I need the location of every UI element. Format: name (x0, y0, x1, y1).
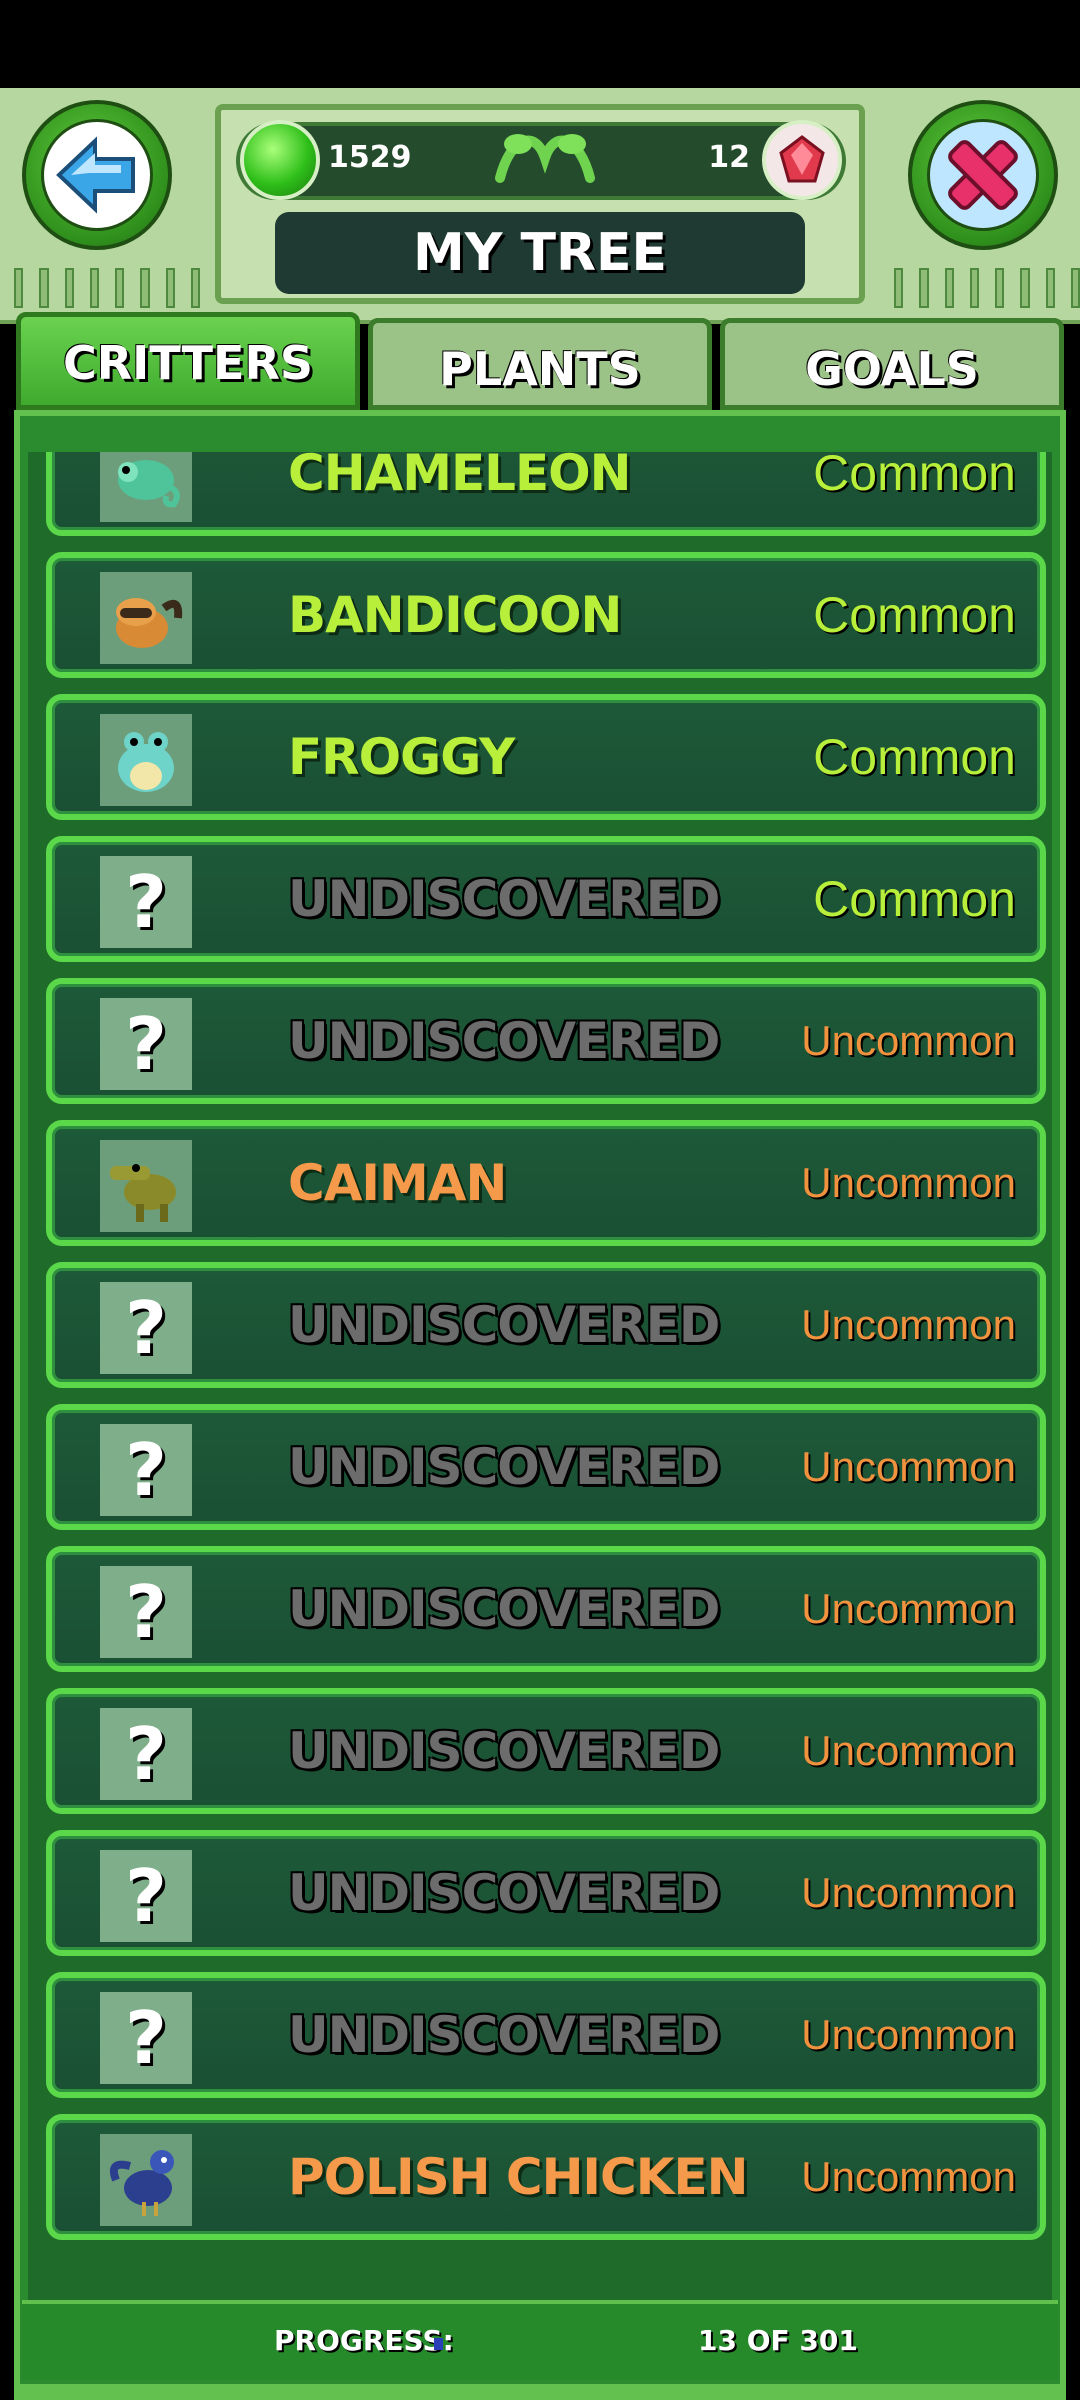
caiman-icon (100, 1140, 192, 1232)
currency-bar: 1529 12 (236, 120, 846, 200)
critter-name: POLISH CHICKEN (288, 2148, 748, 2206)
critter-name: UNDISCOVERED (288, 2006, 720, 2064)
progress-fill (434, 2338, 443, 2350)
critter-name: UNDISCOVERED (288, 870, 720, 928)
question-mark-icon: ? (100, 998, 192, 1090)
critter-row[interactable]: ? UNDISCOVERED Uncommon (46, 1262, 1046, 1388)
critter-row[interactable]: ? UNDISCOVERED Uncommon (46, 1688, 1046, 1814)
back-arrow-icon (56, 136, 135, 214)
critter-name: UNDISCOVERED (288, 1580, 720, 1638)
question-mark-icon: ? (100, 1282, 192, 1374)
rarity-label: Common (813, 587, 1016, 643)
chameleon-icon (100, 452, 192, 522)
polish-chicken-icon (100, 2134, 192, 2226)
critter-row[interactable]: CAIMAN Uncommon (46, 1120, 1046, 1246)
critter-row[interactable]: ? UNDISCOVERED Uncommon (46, 1404, 1046, 1530)
close-x-icon (948, 140, 1018, 210)
critter-row[interactable]: ? UNDISCOVERED Uncommon (46, 1972, 1046, 2098)
rarity-label: Uncommon (801, 2153, 1016, 2200)
rarity-label: Uncommon (801, 1301, 1016, 1348)
fence-decoration-left (0, 268, 200, 308)
critter-row[interactable]: CHAMELEON Common (46, 452, 1046, 536)
question-mark-icon: ? (100, 1992, 192, 2084)
bottom-frame (14, 2384, 1066, 2400)
bandicoon-icon (100, 572, 192, 664)
page-title: MY TREE (275, 212, 805, 294)
rarity-label: Common (813, 452, 1016, 501)
rarity-label: Common (813, 729, 1016, 785)
rarity-label: Uncommon (801, 1585, 1016, 1632)
question-mark-icon: ? (100, 1708, 192, 1800)
fence-decoration-right (880, 268, 1080, 308)
rarity-label: Uncommon (801, 1727, 1016, 1774)
critter-name: BANDICOON (288, 586, 622, 644)
critter-list-panel: CHAMELEON Common BANDICOON Common FROGGY Comm… (14, 410, 1066, 2390)
critter-name: UNDISCOVERED (288, 1296, 720, 1354)
progress-track (434, 2338, 634, 2350)
question-mark-icon: ? (100, 1566, 192, 1658)
tab-plants[interactable]: PLANTS (368, 318, 712, 410)
critter-row[interactable]: ? UNDISCOVERED Uncommon (46, 1546, 1046, 1672)
rarity-label: Uncommon (801, 2011, 1016, 2058)
rarity-label: Uncommon (801, 1869, 1016, 1916)
leaf-ornament-icon (495, 134, 595, 183)
critter-row[interactable]: BANDICOON Common (46, 552, 1046, 678)
critter-name: UNDISCOVERED (288, 1864, 720, 1922)
green-gem-icon (240, 120, 320, 200)
red-gem-icon (762, 120, 842, 200)
critter-name: CHAMELEON (288, 452, 632, 502)
critter-row[interactable]: ? UNDISCOVERED Common (46, 836, 1046, 962)
close-button[interactable] (908, 100, 1058, 250)
tab-critters[interactable]: CRITTERS (16, 312, 360, 410)
question-mark-icon: ? (100, 856, 192, 948)
tab-bar: CRITTERS PLANTS GOALS (16, 312, 1064, 410)
status-bar (0, 0, 1080, 88)
rarity-label: Uncommon (801, 1443, 1016, 1490)
green-gem-count: 1529 (328, 140, 412, 175)
question-mark-icon: ? (100, 1424, 192, 1516)
froggy-icon (100, 714, 192, 806)
rarity-label: Uncommon (801, 1159, 1016, 1206)
critter-name: UNDISCOVERED (288, 1722, 720, 1780)
critter-name: UNDISCOVERED (288, 1438, 720, 1496)
critter-row[interactable]: ? UNDISCOVERED Uncommon (46, 1830, 1046, 1956)
critter-list[interactable]: CHAMELEON Common BANDICOON Common FROGGY Comm… (28, 452, 1052, 2312)
critter-name: CAIMAN (288, 1154, 507, 1212)
question-mark-icon: ? (100, 1850, 192, 1942)
critter-row[interactable]: ? UNDISCOVERED Uncommon (46, 978, 1046, 1104)
rarity-label: Uncommon (801, 1017, 1016, 1064)
tab-goals[interactable]: GOALS (720, 318, 1064, 410)
rarity-label: Common (813, 871, 1016, 927)
red-gem-count: 12 (708, 140, 750, 175)
critter-name: UNDISCOVERED (288, 1012, 720, 1070)
critter-row[interactable]: FROGGY Common (46, 694, 1046, 820)
progress-label: PROGRESS: (274, 2324, 454, 2357)
critter-name: FROGGY (288, 728, 515, 786)
progress-bar: PROGRESS: 13 OF 301 (22, 2300, 1058, 2380)
critter-row[interactable]: POLISH CHICKEN Uncommon (46, 2114, 1046, 2240)
back-button[interactable] (22, 100, 172, 250)
progress-count: 13 OF 301 (698, 2324, 858, 2357)
